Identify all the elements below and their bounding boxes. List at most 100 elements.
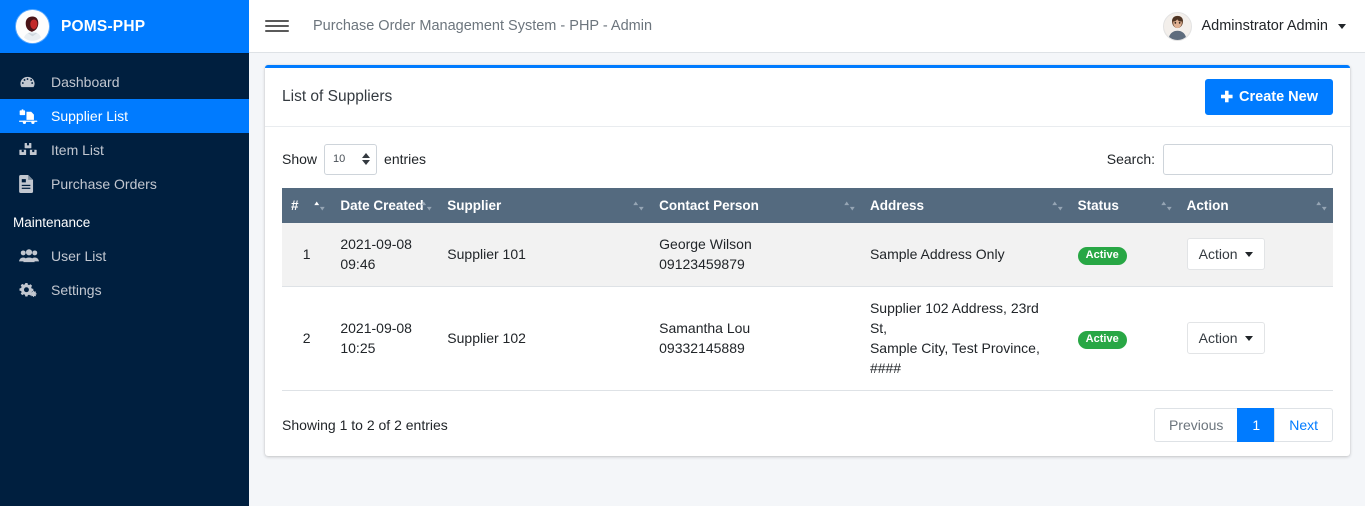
column-header-date-created[interactable]: Date Created: [331, 188, 439, 223]
entries-label: entries: [384, 151, 427, 167]
sort-none-icon: [632, 199, 645, 212]
column-header-contact-person[interactable]: Contact Person: [650, 188, 861, 223]
pagination-previous[interactable]: Previous: [1153, 407, 1239, 442]
sidebar-item-supplier-list[interactable]: Supplier List: [0, 99, 249, 133]
main-area: Purchase Order Management System - PHP -…: [249, 0, 1365, 506]
column-header-address[interactable]: Address: [860, 188, 1069, 223]
address-line-2: Sample City, Test Province, ####: [869, 340, 1040, 377]
boxes-icon: [19, 142, 45, 159]
sidebar-section-maintenance: Maintenance: [13, 215, 91, 230]
sidebar-item-dashboard[interactable]: Dashboard: [0, 65, 249, 99]
suppliers-table: # Date Created Supplier Contact Person A…: [282, 188, 1333, 391]
contact-name: Samantha Lou: [659, 319, 751, 336]
search-control: Search:: [1107, 143, 1333, 175]
cell-num: 2: [282, 286, 332, 391]
date-line-1: 2021-09-08: [340, 236, 412, 252]
pagination-page-1[interactable]: 1: [1237, 407, 1276, 442]
cell-action: Action: [1177, 286, 1333, 391]
file-invoice-icon: [19, 175, 45, 193]
sidebar-item-label: Purchase Orders: [51, 176, 157, 192]
create-new-label: Create New: [1239, 89, 1318, 105]
show-label: Show: [282, 151, 318, 167]
user-menu[interactable]: Adminstrator Admin: [1163, 11, 1346, 41]
sidebar-item-user-list[interactable]: User List: [0, 239, 249, 273]
brand-name: POMS-PHP: [61, 17, 146, 35]
search-input[interactable]: [1163, 143, 1333, 175]
brand-logo-icon: [16, 10, 49, 43]
users-icon: [19, 248, 45, 264]
action-label: Action: [1198, 246, 1238, 263]
hamburger-icon[interactable]: [265, 14, 289, 38]
sidebar-nav: Dashboard Supplier List Item List Purcha…: [0, 53, 249, 307]
sidebar-item-label: Dashboard: [51, 74, 120, 90]
cell-supplier: Supplier 101: [438, 223, 651, 287]
table-row: 2 2021-09-08 10:25 Supplier 102 Samantha…: [282, 286, 1333, 391]
truck-loading-icon: [19, 108, 45, 125]
cell-contact-person: George Wilson 09123459879: [650, 223, 861, 287]
brand-header[interactable]: POMS-PHP: [0, 0, 249, 53]
sort-asc-icon: [313, 199, 326, 212]
date-line-2: 10:25: [340, 340, 376, 357]
card-body: Show 10 entries Search: # Date Created S…: [265, 127, 1350, 456]
cell-address: Supplier 102 Address, 23rd St, Sample Ci…: [860, 286, 1069, 391]
sidebar-item-item-list[interactable]: Item List: [0, 133, 249, 167]
entries-select-value: 10: [333, 153, 346, 165]
sidebar-item-label: Settings: [51, 282, 102, 298]
sidebar-item-label: Item List: [51, 142, 104, 158]
caret-down-icon: [1244, 335, 1253, 341]
column-label: Date Created: [340, 198, 424, 213]
card-header: List of Suppliers ✚ Create New: [265, 68, 1350, 127]
contact-phone: 09123459879: [659, 256, 745, 273]
entries-select[interactable]: 10: [324, 143, 378, 175]
cell-contact-person: Samantha Lou 09332145889: [650, 286, 861, 391]
table-row: 1 2021-09-08 09:46 Supplier 101 George W…: [282, 223, 1333, 287]
length-control: Show 10 entries: [282, 143, 427, 175]
cell-address: Sample Address Only: [860, 223, 1069, 287]
action-dropdown-button[interactable]: Action: [1186, 238, 1265, 271]
table-body: 1 2021-09-08 09:46 Supplier 101 George W…: [282, 223, 1333, 391]
date-line-2: 09:46: [340, 256, 376, 273]
sidebar-item-purchase-orders[interactable]: Purchase Orders: [0, 167, 249, 201]
cell-action: Action: [1177, 223, 1333, 287]
content-area: List of Suppliers ✚ Create New Show 10 e…: [249, 53, 1365, 506]
cell-date-created: 2021-09-08 09:46: [331, 223, 439, 287]
column-label: Contact Person: [659, 198, 759, 213]
status-badge: Active: [1077, 247, 1127, 266]
address-line-1: Supplier 102 Address, 23rd St,: [869, 299, 1039, 336]
column-header-num[interactable]: #: [282, 188, 332, 223]
column-label: Address: [869, 198, 924, 213]
cell-num: 1: [282, 223, 332, 287]
sort-none-icon: [1051, 199, 1064, 212]
create-new-button[interactable]: ✚ Create New: [1205, 79, 1333, 115]
plus-icon: ✚: [1220, 88, 1234, 106]
date-line-1: 2021-09-08: [340, 319, 412, 336]
sort-none-icon: [1160, 199, 1173, 212]
contact-name: George Wilson: [659, 236, 752, 252]
datatable-controls: Show 10 entries Search:: [282, 143, 1333, 175]
column-label: #: [291, 198, 299, 213]
page-title: Purchase Order Management System - PHP -…: [313, 18, 653, 34]
suppliers-card: List of Suppliers ✚ Create New Show 10 e…: [265, 65, 1350, 456]
sort-none-icon: [1315, 199, 1328, 212]
stepper-icon: [362, 153, 371, 165]
column-header-supplier[interactable]: Supplier: [438, 188, 651, 223]
app-root: POMS-PHP Dashboard Supplier List Item Li…: [0, 0, 1365, 506]
sort-none-icon: [843, 199, 856, 212]
action-label: Action: [1198, 330, 1238, 347]
cell-status: Active: [1068, 223, 1178, 287]
action-dropdown-button[interactable]: Action: [1186, 322, 1265, 355]
status-badge: Active: [1077, 331, 1127, 350]
column-header-status[interactable]: Status: [1068, 188, 1178, 223]
pagination-next[interactable]: Next: [1274, 407, 1333, 442]
sidebar-item-settings[interactable]: Settings: [0, 273, 249, 307]
column-header-action[interactable]: Action: [1177, 188, 1333, 223]
caret-down-icon: [1244, 251, 1253, 257]
address-line-1: Sample Address Only: [869, 246, 1005, 263]
pagination: Previous 1 Next: [1153, 407, 1333, 442]
card-title: List of Suppliers: [282, 88, 393, 105]
cell-date-created: 2021-09-08 10:25: [331, 286, 439, 391]
avatar: [1163, 11, 1193, 41]
column-label: Action: [1186, 198, 1229, 213]
cell-status: Active: [1068, 286, 1178, 391]
datatable-info: Showing 1 to 2 of 2 entries: [282, 416, 448, 433]
